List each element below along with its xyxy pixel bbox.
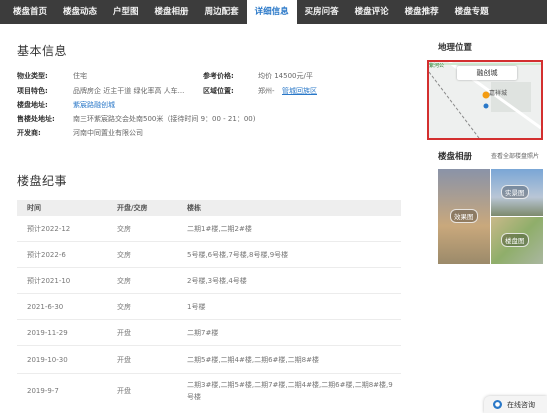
history-table-header: 时间 开盘/交房 楼栋 [17,200,401,216]
album-photo-rendering[interactable]: 效果图 [438,169,490,264]
header-time: 时间 [27,204,41,212]
nav-item-recommend[interactable]: 楼盘推荐 [397,0,447,24]
nav-item-topics[interactable]: 楼盘专题 [447,0,497,24]
header-buildings: 楼栋 [187,204,201,212]
history-table: 时间 开盘/交房 楼栋 预计2022-12 交房 二期1#楼,二期2#楼 预计2… [17,200,401,408]
developer-value: 河南中同置业有限公司 [73,129,143,137]
location-label: 区域位置: [203,87,234,95]
top-nav: 楼盘首页 楼盘动态 户型图 楼盘相册 周边配套 详细信息 买房问答 楼盘评论 楼… [0,0,547,24]
table-row: 2019-10-30 开盘 二期5#楼,二期4#楼,二期6#楼,二期8#楼 [17,346,401,374]
row-time: 2019-9-7 [27,387,59,395]
nav-item-qa[interactable]: 买房问答 [297,0,347,24]
album-title: 楼盘相册 [438,152,473,162]
album-grid: 效果图 实景图 楼盘图 [438,169,543,264]
row-buildings: 5号楼,6号楼,7号楼,8号楼,9号楼 [187,250,289,259]
row-buildings: 二期5#楼,二期4#楼,二期6#楼,二期8#楼 [187,355,319,364]
location-map[interactable]: 紫河公 融创城 嘉祥城 [427,60,543,140]
nav-item-floorplans[interactable]: 户型图 [105,0,147,24]
row-type: 交房 [117,302,131,311]
table-row: 预计2022-12 交房 二期1#楼,二期2#楼 [17,216,401,242]
history-title: 楼盘纪事 [17,174,68,188]
table-row: 2021-6-30 交房 1号楼 [17,294,401,320]
nav-item-album[interactable]: 楼盘相册 [147,0,197,24]
map-poi-label: 嘉祥城 [489,90,508,97]
property-type-value: 住宅 [73,72,87,80]
row-time: 预计2021-10 [27,276,71,285]
address-label: 楼盘地址: [17,101,48,109]
price-value: 均价 14500元/平 [258,72,313,80]
developer-label: 开发商: [17,129,41,137]
row-buildings: 1号楼 [187,302,206,311]
basic-info-title: 基本信息 [17,44,68,58]
row-time: 预计2022-6 [27,250,66,259]
row-time: 2021-6-30 [27,302,64,311]
sales-address-label: 售楼处地址: [17,115,55,123]
online-consult-label: 在线咨询 [507,400,535,409]
nav-item-news[interactable]: 楼盘动态 [55,0,105,24]
table-row: 预计2022-6 交房 5号楼,6号楼,7号楼,8号楼,9号楼 [17,242,401,268]
features-value: 品牌房企 近主干道 绿化率高 人车... [73,87,185,95]
nav-item-reviews[interactable]: 楼盘评论 [347,0,397,24]
album-photo-real[interactable]: 实景图 [491,169,543,216]
album-tag-real: 实景图 [501,185,529,199]
row-type: 交房 [117,224,131,233]
map-road-label: 紫河公 [429,63,445,69]
album-photo-site[interactable]: 楼盘图 [491,217,543,264]
nav-item-surroundings[interactable]: 周边配套 [197,0,247,24]
location-city: 郑州- [258,87,275,95]
address-value: 紫宸路融创城 [73,101,115,109]
row-type: 开盘 [117,387,131,395]
nav-item-details[interactable]: 详细信息 [246,0,297,24]
row-type: 交房 [117,276,131,285]
album-tag-rendering: 效果图 [450,209,478,223]
row-buildings: 二期1#楼,二期2#楼 [187,224,252,233]
row-type: 交房 [117,250,131,259]
table-row: 2019-11-29 开盘 二期7#楼 [17,320,401,346]
online-consult-button[interactable]: ● 在线咨询 [484,396,547,413]
table-row: 预计2021-10 交房 2号楼,3号楼,4号楼 [17,268,401,294]
sales-address-value: 南三环紫宸路交会处南500米（接待时间 9：00 - 21：00) [73,115,256,123]
features-label: 项目特色: [17,87,48,95]
map-marker-label: 融创城 [457,66,517,80]
row-buildings: 二期7#楼 [187,328,219,337]
location-title: 地理位置 [438,43,473,53]
table-row: 2019-9-7 开盘 二期3#楼,二期5#楼,二期7#楼,二期4#楼,二期6#… [17,374,401,408]
property-type-label: 物业类型: [17,72,48,80]
nav-item-home[interactable]: 楼盘首页 [5,0,55,24]
row-time: 2019-10-30 [27,355,68,364]
row-buildings: 2号楼,3号楼,4号楼 [187,276,247,285]
row-type: 开盘 [117,355,131,364]
row-time: 2019-11-29 [27,328,68,337]
location-district-link[interactable]: 管城回族区 [282,86,317,96]
album-tag-site: 楼盘图 [501,233,529,247]
header-type: 开盘/交房 [117,204,148,212]
price-label: 参考价格: [203,72,234,80]
album-all-link[interactable]: 查看全部楼盘照片 [491,151,539,160]
row-buildings: 二期3#楼,二期5#楼,二期7#楼,二期4#楼,二期6#楼,二期8#楼,9号楼 [187,381,393,401]
row-time: 预计2022-12 [27,224,71,233]
row-type: 开盘 [117,328,131,337]
chat-icon: ● [493,400,502,409]
